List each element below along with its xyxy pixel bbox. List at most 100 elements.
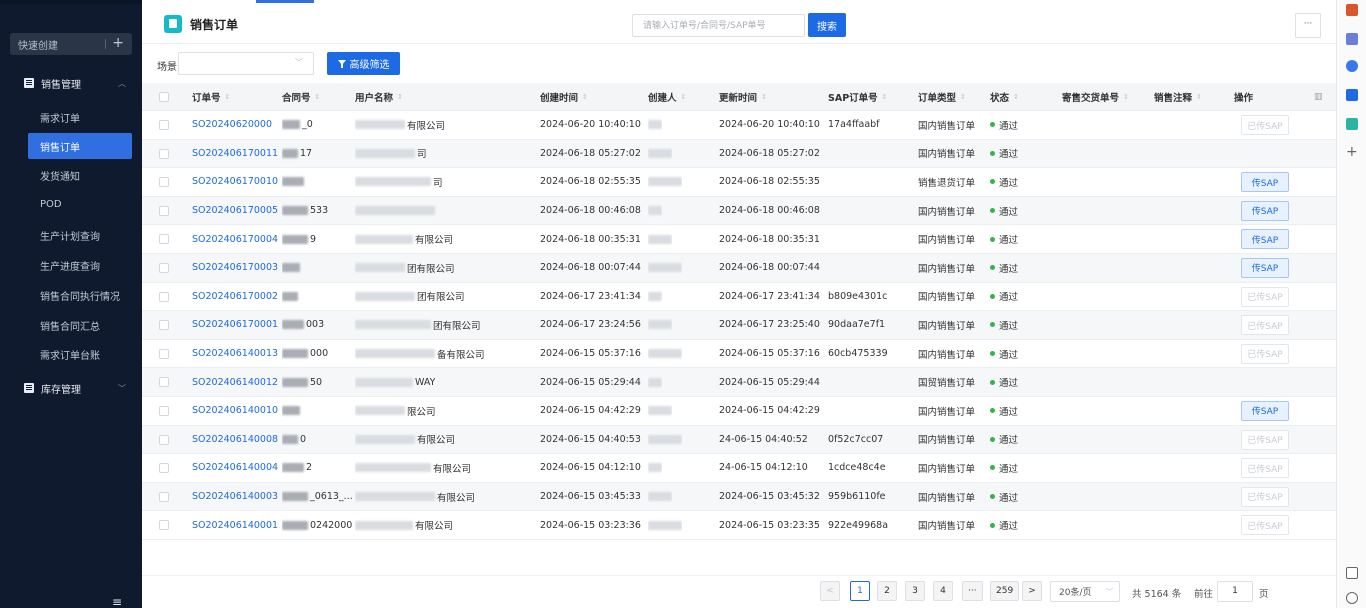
order-number-link[interactable]: SO202406170011 <box>192 148 278 159</box>
send-sap-button[interactable]: 传SAP <box>1241 172 1289 193</box>
search-button[interactable]: 搜索 <box>808 13 846 37</box>
sent-sap-button[interactable]: 已传SAP <box>1241 486 1289 507</box>
send-sap-button[interactable]: 传SAP <box>1241 229 1289 250</box>
sent-sap-button[interactable]: 已传SAP <box>1241 286 1289 307</box>
sent-sap-button[interactable]: 已传SAP <box>1241 429 1289 450</box>
outlook-icon[interactable] <box>1346 89 1358 101</box>
sidebar-item-sales-orders[interactable]: 销售订单 <box>28 133 132 159</box>
row-checkbox[interactable] <box>159 520 169 531</box>
row-checkbox[interactable] <box>159 205 169 216</box>
table-row[interactable]: SO20240620000 _0 有限公司 2024-06-20 10:40:10 20… <box>142 111 1336 140</box>
sort-icon[interactable]: ⇕ <box>1013 93 1019 101</box>
table-row[interactable]: SO202406140010 限公司 2024-06-15 04:42:29 2024… <box>142 397 1336 426</box>
column-header[interactable]: 用户名称 ⇕ <box>355 83 403 110</box>
column-header[interactable]: 状态 ⇕ <box>990 83 1019 110</box>
page-button[interactable]: 4 <box>933 581 953 601</box>
column-header[interactable]: 合同号 ⇕ <box>282 83 320 110</box>
row-checkbox[interactable] <box>159 491 169 502</box>
order-number-link[interactable]: SO202406170004 <box>192 234 278 245</box>
order-number-link[interactable]: SO202406170002 <box>192 291 278 302</box>
sidebar-item-delivery-notice[interactable]: 发货通知 <box>28 162 132 188</box>
order-number-link[interactable]: SO202406140003 <box>192 491 278 502</box>
sidebar-group-inventory[interactable]: 库存管理 ﹀ <box>0 375 142 401</box>
plus-icon[interactable]: + <box>112 35 124 51</box>
send-sap-button[interactable]: 传SAP <box>1241 257 1289 278</box>
sidebar-item-pod[interactable]: POD <box>28 191 132 217</box>
order-number-link[interactable]: SO202406170005 <box>192 205 278 216</box>
table-row[interactable]: SO202406140003 _0613_... 有限公司 2024-06-15 03… <box>142 482 1336 512</box>
order-number-link[interactable]: SO202406140001 <box>192 520 278 531</box>
order-number-link[interactable]: SO202406140008 <box>192 434 278 445</box>
page-button[interactable]: 3 <box>905 581 925 601</box>
more-button[interactable]: ··· <box>1295 13 1321 38</box>
briefcase-icon[interactable] <box>1346 4 1358 16</box>
column-header[interactable]: 更新时间 ⇕ <box>719 83 767 110</box>
column-header[interactable]: 订单类型 ⇕ <box>918 83 966 110</box>
sidebar-group-sales[interactable]: 销售管理 ︿ <box>0 70 142 96</box>
column-header[interactable]: 创建人 ⇕ <box>648 83 686 110</box>
table-row[interactable]: SO202406170002 团有限公司 2024-06-17 23:41:34 20… <box>142 283 1336 312</box>
sent-sap-button[interactable]: 已传SAP <box>1241 515 1289 536</box>
order-number-link[interactable]: SO202406170010 <box>192 176 278 187</box>
collapse-menu-icon[interactable]: ≡ <box>112 595 122 608</box>
sent-sap-button[interactable]: 已传SAP <box>1241 458 1289 479</box>
next-page-button[interactable]: > <box>1022 581 1042 601</box>
order-number-link[interactable]: SO20240620000 <box>192 119 272 130</box>
column-header[interactable]: 销售注释 ⇕ <box>1154 83 1202 110</box>
table-row[interactable]: SO202406170004 9 有限公司 2024-06-18 00:35:31 20… <box>142 225 1336 254</box>
settings-icon[interactable] <box>1346 592 1358 604</box>
advanced-filter-button[interactable]: 高级筛选 <box>327 52 400 75</box>
send-sap-button[interactable]: 传SAP <box>1241 400 1289 421</box>
table-row[interactable]: SO202406170010 司 2024-06-18 02:55:35 2024-0… <box>142 168 1336 197</box>
table-row[interactable]: SO202406140008 0 有限公司 2024-06-15 04:40:53 24… <box>142 425 1336 455</box>
sort-icon[interactable]: ⇕ <box>882 93 888 101</box>
people-icon[interactable] <box>1346 33 1358 45</box>
table-row[interactable]: SO202406170011 17 司 2024-06-18 05:27:02 2024… <box>142 139 1336 169</box>
send-icon[interactable] <box>1346 118 1358 130</box>
scene-select[interactable]: ﹀ <box>178 52 314 75</box>
table-row[interactable]: SO202406140004 2 有限公司 2024-06-15 04:12:10 24… <box>142 454 1336 483</box>
sent-sap-button[interactable]: 已传SAP <box>1241 115 1289 135</box>
sort-icon[interactable]: ⇕ <box>761 93 767 101</box>
table-row[interactable]: SO202406140001 0242000 有限公司 2024-06-15 03:2… <box>142 511 1336 540</box>
add-icon[interactable]: + <box>1346 144 1358 160</box>
sidebar-item-production-plan[interactable]: 生产计划查询 <box>28 222 132 248</box>
select-all-checkbox[interactable] <box>159 92 169 102</box>
sort-icon[interactable]: ⇕ <box>397 93 403 101</box>
row-checkbox[interactable] <box>159 348 169 359</box>
page-button[interactable]: 2 <box>877 581 897 601</box>
row-checkbox[interactable] <box>159 234 169 245</box>
sort-icon[interactable]: ⇕ <box>1123 93 1129 101</box>
sidebar-item-demand-orders[interactable]: 需求订单 <box>28 104 132 130</box>
table-row[interactable]: SO202406170005 533 2024-06-18 00:46:08 2024… <box>142 196 1336 226</box>
sort-icon[interactable]: ⇕ <box>960 93 966 101</box>
column-header[interactable]: 订单号 ⇕ <box>192 83 230 110</box>
column-header[interactable]: 创建时间 ⇕ <box>540 83 588 110</box>
row-checkbox[interactable] <box>159 148 169 159</box>
page-button[interactable]: 1 <box>850 581 870 601</box>
page-button[interactable]: 259 <box>990 581 1020 601</box>
order-number-link[interactable]: SO202406140010 <box>192 405 278 416</box>
sidebar-item-demand-ledger[interactable]: 需求订单台账 <box>28 341 132 367</box>
table-row[interactable]: SO202406140012 50 WAY 2024-06-15 05:29:44 20… <box>142 368 1336 397</box>
prev-page-button[interactable]: < <box>820 581 840 601</box>
sort-icon[interactable]: ⇕ <box>225 93 231 101</box>
quick-create-button[interactable]: 快速创建 + <box>10 33 132 55</box>
row-checkbox[interactable] <box>159 291 169 302</box>
send-sap-button[interactable]: 传SAP <box>1241 200 1289 221</box>
sort-icon[interactable]: ⇕ <box>582 93 588 101</box>
sidebar-item-production-progress[interactable]: 生产进度查询 <box>28 252 132 278</box>
screen-icon[interactable] <box>1346 567 1358 579</box>
column-settings-icon[interactable]: ▥ <box>1314 92 1323 102</box>
column-header[interactable]: 寄售交货单号 ⇕ <box>1062 83 1129 110</box>
search-input[interactable] <box>632 14 805 37</box>
row-checkbox[interactable] <box>159 377 169 388</box>
goto-page-input[interactable]: 1 <box>1217 581 1253 602</box>
order-number-link[interactable]: SO202406170001 <box>192 319 278 330</box>
order-number-link[interactable]: SO202406140012 <box>192 377 278 388</box>
column-header[interactable]: SAP订单号 ⇕ <box>828 83 888 110</box>
circle-app-icon[interactable] <box>1346 60 1358 72</box>
row-checkbox[interactable] <box>159 320 169 331</box>
order-number-link[interactable]: SO202406140013 <box>192 348 278 359</box>
table-row[interactable]: SO202406170001 003 团有限公司 2024-06-17 23:24:5… <box>142 311 1336 340</box>
